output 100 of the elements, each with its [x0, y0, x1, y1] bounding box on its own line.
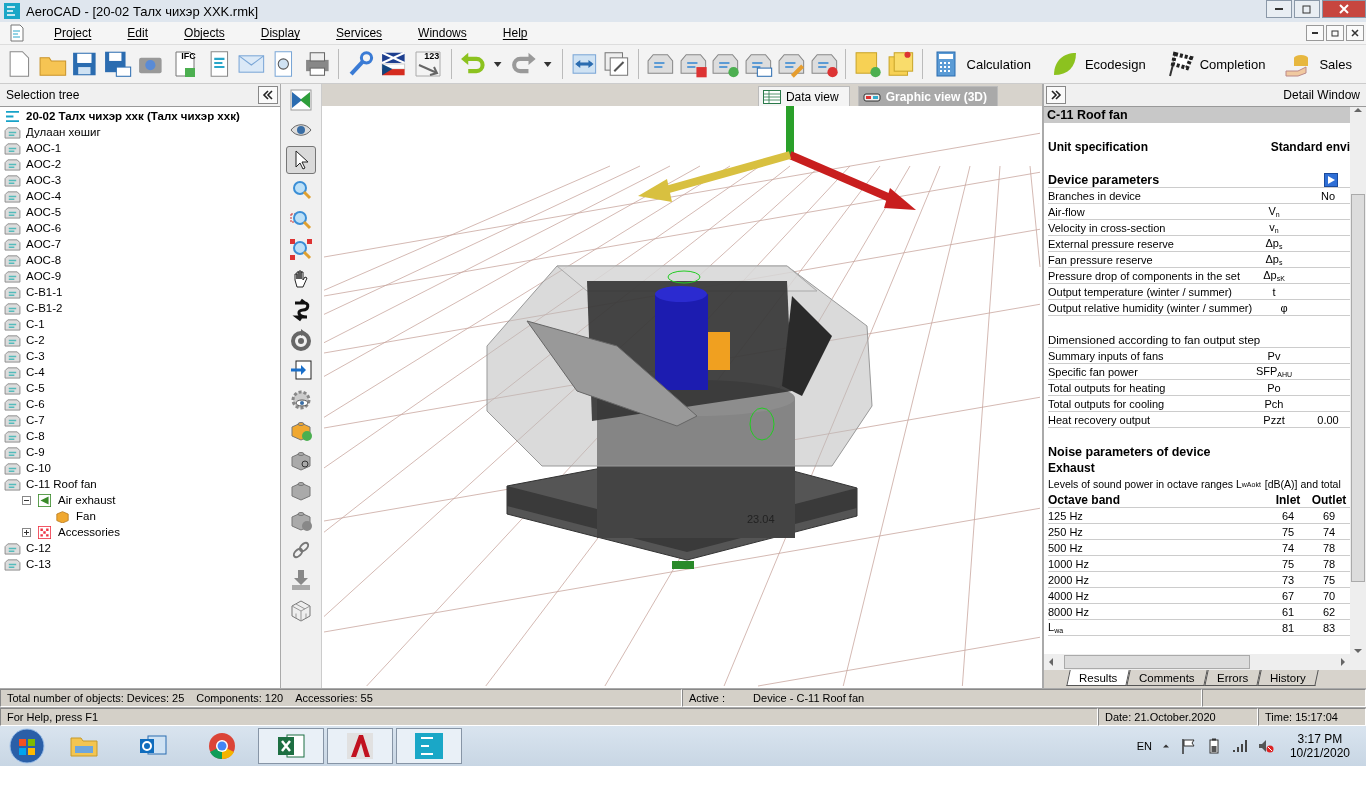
parameter-label: Heat recovery output	[1048, 413, 1152, 426]
tree-item[interactable]: C-11 Roof fan	[26, 478, 97, 490]
tree-item[interactable]: AOC-4	[26, 190, 62, 202]
table-icon	[762, 89, 781, 104]
tree-item[interactable]: 20-02 Талх чихэр ххк (Талх чихэр ххк)	[26, 110, 240, 122]
tree-item[interactable]: C-6	[26, 398, 45, 410]
tree-item[interactable]: C-3	[26, 350, 45, 362]
tree-item[interactable]: AOC-5	[26, 206, 62, 218]
detail-tab[interactable]: Results	[1066, 670, 1131, 686]
tree-item[interactable]: C-B1-1	[26, 286, 63, 298]
unit-icon	[4, 205, 21, 219]
table-cell-text: 61	[1280, 605, 1296, 618]
section-subtitle: Exhaust	[1048, 460, 1096, 476]
tree-item[interactable]: AOC-6	[26, 222, 62, 234]
tree-item[interactable]: C-12	[26, 542, 51, 554]
menu-item[interactable]: Services	[318, 26, 401, 40]
app-logo-taskbar-button[interactable]	[396, 728, 462, 764]
speaker-muted-icon[interactable]	[1257, 738, 1274, 754]
tree-item[interactable]: AOC-1	[26, 142, 62, 154]
tree-item[interactable]: C-4	[26, 366, 45, 378]
start-button[interactable]	[6, 727, 48, 765]
tree-item[interactable]: Дулаан хөшиг	[26, 126, 101, 138]
tree-item[interactable]: AOC-3	[26, 174, 62, 186]
leaf-button[interactable]: Ecodesign	[1046, 47, 1148, 81]
menu-item[interactable]: Display	[242, 26, 319, 40]
signal-icon[interactable]	[1231, 738, 1248, 754]
table-cell-text: 70	[1321, 589, 1337, 602]
tree-item[interactable]: C-B1-2	[26, 302, 63, 314]
letter-a-logo-taskbar-button[interactable]	[327, 728, 393, 764]
tree-item[interactable]: C-8	[26, 430, 45, 442]
menu-item[interactable]: Windows	[400, 26, 485, 40]
tree-item[interactable]: C-5	[26, 382, 45, 394]
unit-icon	[4, 269, 21, 283]
view-tab[interactable]: Data view	[757, 86, 850, 106]
collapse-icon[interactable]	[22, 495, 31, 505]
tree-item[interactable]: C-9	[26, 446, 45, 458]
tree-item[interactable]: C-1	[26, 318, 45, 330]
tree-item[interactable]: AOC-2	[26, 158, 62, 170]
table-cell-text: 8000 Hz	[1048, 605, 1090, 618]
tree-item[interactable]: AOC-9	[26, 270, 62, 282]
parameter-label: Air-flow	[1048, 205, 1086, 218]
expand-panel-button[interactable]	[1046, 86, 1066, 104]
table-cell-text: 4000 Hz	[1048, 589, 1090, 602]
enter-icon	[289, 358, 313, 382]
status-text: Total number of objects: Devices: 25	[7, 692, 185, 704]
minimize-button[interactable]	[1306, 25, 1324, 41]
pointer-tool[interactable]	[286, 146, 316, 174]
numbering-button[interactable]: 123	[410, 47, 445, 81]
parameter-label: Fan pressure reserve	[1048, 253, 1154, 266]
tree-item[interactable]: C-2	[26, 334, 45, 346]
menu-item[interactable]: Objects	[166, 26, 243, 40]
table-cell-text: 78	[1321, 557, 1337, 570]
parameter-label: Summary inputs of fans	[1048, 349, 1165, 362]
spreadsheet-taskbar-button[interactable]	[258, 728, 324, 764]
window-title: AeroCAD - [20-02 Талх чихэр XXK.rmk]	[26, 3, 260, 19]
parameter-label: Total outputs for cooling	[1048, 397, 1166, 410]
scroll-left-icon	[1048, 658, 1054, 666]
detail-tab[interactable]: Errors	[1204, 670, 1261, 686]
play-icon[interactable]	[1324, 172, 1338, 187]
tree-item[interactable]: Air exhaust	[58, 494, 116, 506]
menu-item[interactable]: Help	[484, 26, 546, 40]
detail-tab[interactable]: Comments	[1126, 670, 1208, 686]
minimize-button[interactable]	[1266, 0, 1292, 18]
clock[interactable]: 3:17 PM 10/21/2020	[1283, 731, 1356, 761]
parameter-symbol: v$_{n}$	[1269, 221, 1279, 233]
parameter-label: Branches in device	[1048, 189, 1142, 202]
checkered-flag-button[interactable]: Completion	[1161, 47, 1268, 81]
unit-icon	[4, 221, 21, 235]
tree-item[interactable]: C-10	[26, 462, 51, 474]
tree-item[interactable]: AOC-7	[26, 238, 62, 250]
tree-item[interactable]: C-13	[26, 558, 51, 570]
parameter-symbol: φ	[1280, 301, 1288, 314]
detail-tab[interactable]: History	[1257, 670, 1319, 686]
unit-icon	[4, 477, 21, 491]
tree-item[interactable]: Accessories	[58, 526, 120, 538]
unit-icon	[4, 237, 21, 251]
section-title: Noise parameters of device	[1048, 444, 1212, 460]
tree-item[interactable]: C-7	[26, 414, 45, 426]
help-text: For Help, press F1	[7, 711, 99, 723]
expand-icon[interactable]	[22, 527, 31, 537]
calculator-button[interactable]: Calculation	[928, 47, 1033, 81]
ifc-export-button[interactable]: IFC	[167, 47, 202, 81]
language-indicator[interactable]: EN	[1136, 740, 1152, 752]
unit-icon	[4, 429, 21, 443]
numbering-icon	[412, 49, 443, 79]
section-title: Device parameters	[1048, 172, 1160, 187]
double-chevron-left-icon	[262, 90, 274, 100]
tree-item[interactable]: Fan	[76, 510, 96, 522]
zoom-fit-icon	[289, 238, 313, 262]
tree-item[interactable]: AOC-8	[26, 254, 62, 266]
menu-item[interactable]: Edit	[109, 26, 167, 40]
vertical-scrollbar[interactable]	[1350, 107, 1366, 654]
flag-icon[interactable]	[1179, 738, 1196, 754]
detail-title: C-11 Roof fan	[1044, 107, 1350, 123]
close-button[interactable]	[1346, 25, 1364, 41]
unit-icon	[4, 253, 21, 267]
collapse-panel-button[interactable]	[258, 86, 278, 104]
rotate-icon	[289, 328, 313, 352]
coins-hand-button[interactable]: Sales	[1281, 47, 1354, 81]
menu-item[interactable]: Project	[36, 26, 110, 40]
